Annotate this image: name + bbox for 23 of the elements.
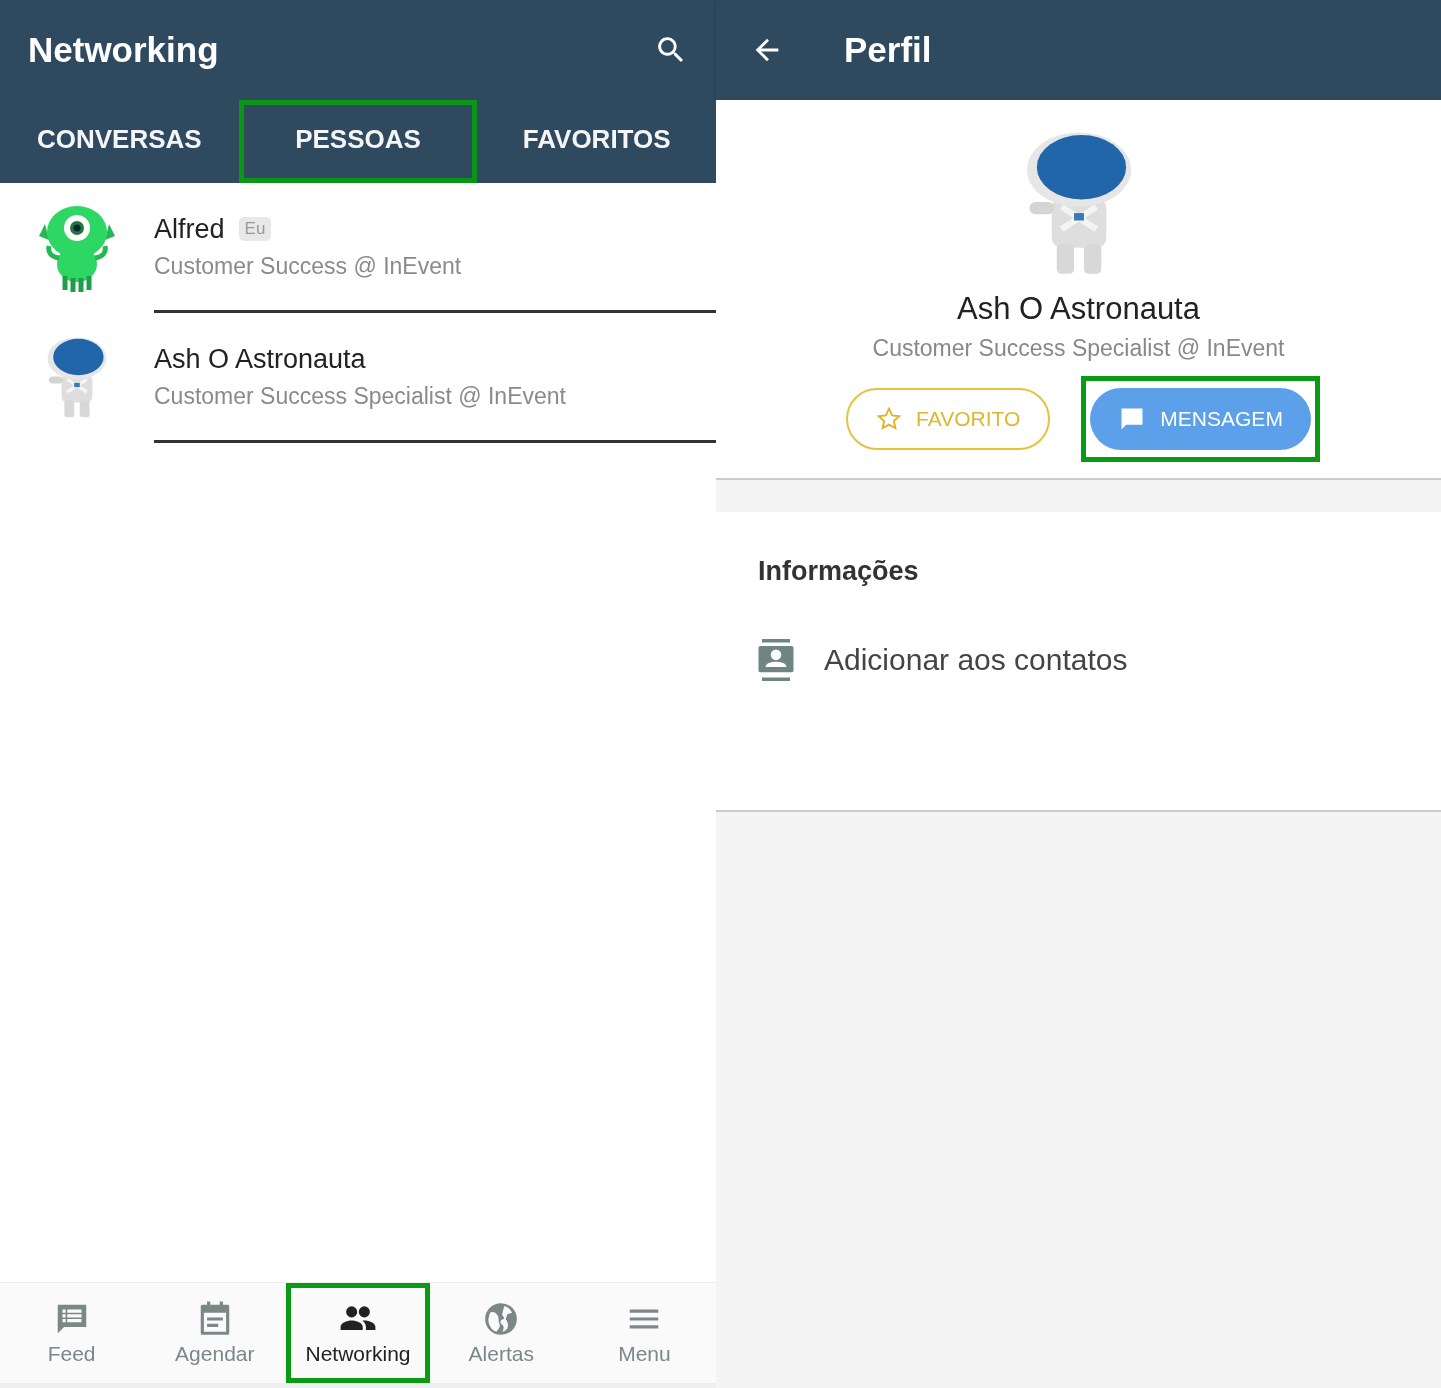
profile-name: Ash O Astronauta: [957, 290, 1200, 327]
person-name: Alfred: [154, 213, 225, 245]
contact-card-icon[interactable]: [758, 639, 794, 681]
nav-item[interactable]: Menu: [572, 1283, 716, 1383]
app-title: Perfil: [844, 30, 932, 70]
person-role: Customer Success @ InEvent: [154, 252, 463, 280]
section-title: Informações: [758, 556, 920, 587]
app-title: Networking: [28, 30, 219, 70]
star-icon: [876, 405, 903, 432]
tab[interactable]: PESSOAS: [238, 100, 478, 183]
person-name: Ash O Astronauta: [154, 343, 366, 375]
nav-item[interactable]: Networking: [286, 1283, 430, 1383]
add-contact-link[interactable]: Adicionar aos contatos: [824, 643, 1128, 677]
nav-item[interactable]: Alertas: [429, 1283, 573, 1383]
person-role: Customer Success Specialist @ InEvent: [154, 382, 567, 410]
nav-item[interactable]: Agendar: [143, 1283, 287, 1383]
tab[interactable]: CONVERSAS: [0, 100, 239, 183]
favorite-button[interactable]: FAVORITO: [846, 387, 1051, 450]
self-badge: Eu: [238, 217, 272, 241]
tab[interactable]: FAVORITOS: [477, 100, 716, 183]
profile-role: Customer Success Specialist @ InEvent: [872, 334, 1285, 362]
message-button[interactable]: MENSAGEM: [1090, 387, 1311, 450]
nav-item[interactable]: Feed: [0, 1283, 144, 1383]
